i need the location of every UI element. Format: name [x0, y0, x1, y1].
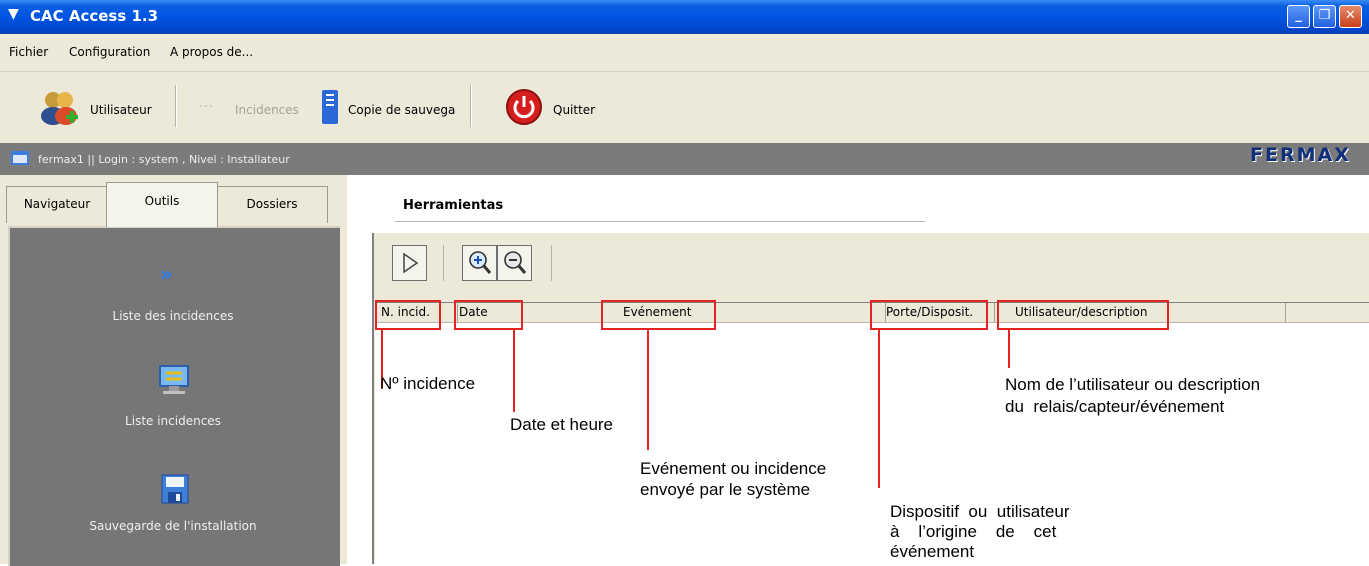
tab-navigateur[interactable]: Navigateur [6, 186, 108, 223]
tab-outils[interactable]: Outils [106, 182, 218, 227]
menu-fichier[interactable]: Fichier [9, 45, 48, 59]
leader-line [513, 328, 515, 412]
annotation-porte-line3: événement [890, 542, 975, 561]
app-icon: ▼ [8, 6, 19, 22]
highlight-evenement [601, 300, 716, 330]
leader-line [647, 328, 649, 450]
panel-title: Herramientas [403, 198, 504, 213]
incidences-button[interactable]: Incidences [235, 103, 299, 117]
monitor-arrows-icon [157, 364, 191, 396]
annotation-user-line1: Nom de l’utilisateur ou description [1005, 375, 1261, 394]
menu-configuration[interactable]: Configuration [69, 45, 150, 59]
title-divider [395, 221, 925, 222]
annotation-event-line2: envoyé par le système [640, 480, 811, 499]
zoom-out-icon [504, 251, 527, 274]
close-button[interactable]: ✕ [1339, 5, 1362, 28]
menu-a-propos[interactable]: A propos de... [170, 45, 253, 59]
incidences-icon: ⋯ [198, 96, 214, 115]
tab-dossiers[interactable]: Dossiers [216, 186, 328, 223]
highlight-date [454, 300, 523, 330]
tool-separator [551, 245, 552, 281]
toolbar-separator [175, 85, 177, 127]
leader-line [878, 328, 880, 488]
highlight-porte [870, 300, 988, 330]
double-chevron-icon: » [160, 262, 173, 286]
annotation-porte-line1: Dispositif ou utilisateur [890, 502, 1070, 521]
leader-line [1008, 328, 1010, 368]
highlight-n-incid [375, 300, 441, 330]
zoom-out-button[interactable] [497, 245, 532, 281]
nav-item-sauvegarde[interactable]: Sauvegarde de l'installation [8, 519, 338, 533]
play-icon [403, 252, 419, 274]
floppy-disk-icon [161, 474, 189, 504]
zoom-in-button[interactable] [462, 245, 497, 281]
highlight-utilisateur [997, 300, 1169, 330]
nav-item-liste-des-incidences[interactable]: Liste des incidences [8, 309, 338, 323]
annotation-event-line1: Evénement ou incidence [640, 459, 827, 478]
nav-item-liste-incidences[interactable]: Liste incidences [8, 414, 338, 428]
play-button[interactable] [392, 245, 427, 281]
zoom-in-icon [469, 251, 492, 274]
users-icon [40, 88, 80, 128]
fermax-logo: FERMAX [1250, 144, 1351, 166]
login-status: fermax1 || Login : system , Nivel : Inst… [38, 153, 290, 166]
annotation-date: Date et heure [510, 415, 614, 434]
tool-separator [443, 245, 444, 281]
backup-button[interactable]: Copie de sauvega [348, 103, 455, 117]
user-button[interactable]: Utilisateur [90, 103, 152, 117]
power-icon [505, 88, 543, 126]
annotation-porte-line2: à l’origine de cet [890, 522, 1057, 541]
annotation-user-line2: du relais/capteur/événement [1005, 397, 1225, 416]
window-icon [11, 151, 29, 165]
minimize-button[interactable]: _ [1287, 5, 1310, 28]
maximize-button[interactable]: ❐ [1313, 5, 1336, 28]
document-icon [318, 88, 344, 128]
title-bar [0, 0, 1369, 34]
window-title: CAC Access 1.3 [30, 7, 159, 25]
toolbar-separator [470, 85, 472, 127]
annotation-incidence: Nº incidence [380, 374, 476, 393]
quit-button[interactable]: Quitter [553, 103, 595, 117]
